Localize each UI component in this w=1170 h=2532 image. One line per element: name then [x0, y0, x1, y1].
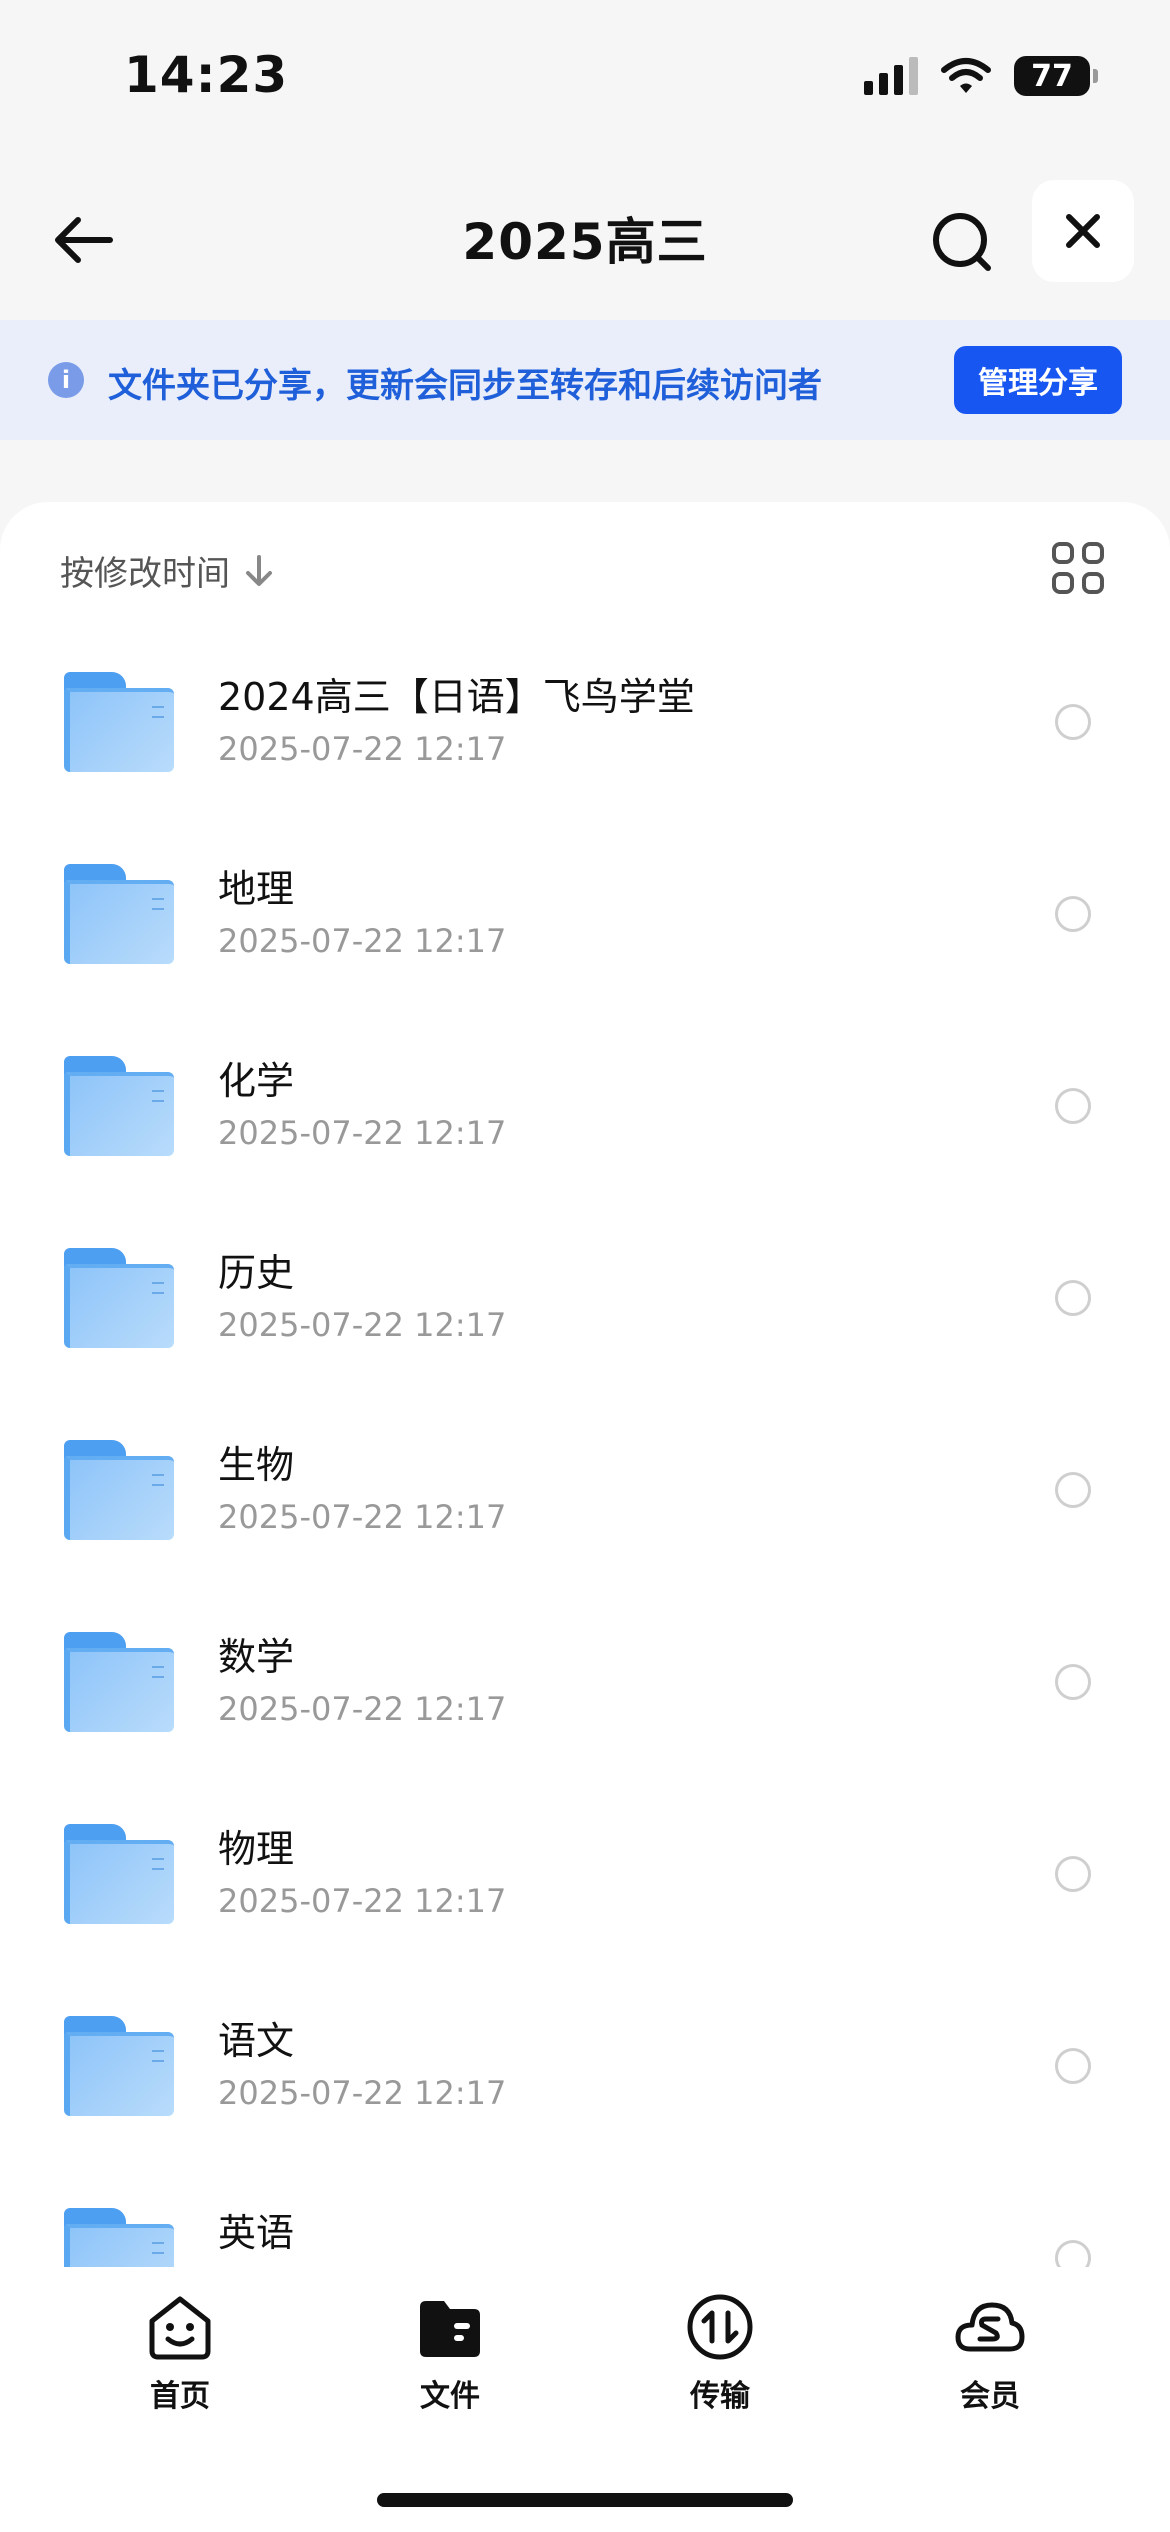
nav-bar: 2025高三	[0, 170, 1170, 310]
bottom-tab-bar: 首页 文件 传输 会员	[0, 2267, 1170, 2532]
list-item[interactable]: 物理 2025-07-22 12:17	[0, 1824, 1170, 2016]
folder-icon	[64, 1248, 174, 1348]
list-item[interactable]: 英语	[0, 2208, 1170, 2267]
file-name: 生物	[218, 1443, 295, 1487]
share-notice-text: 文件夹已分享，更新会同步至转存和后续访问者	[108, 366, 822, 406]
list-item[interactable]: 地理 2025-07-22 12:17	[0, 864, 1170, 1056]
transfer-icon	[687, 2294, 753, 2360]
home-smile-icon	[149, 2296, 211, 2360]
home-indicator	[377, 2493, 793, 2507]
search-button[interactable]	[920, 200, 1004, 284]
list-item[interactable]: 生物 2025-07-22 12:17	[0, 1440, 1170, 1632]
folder-icon	[64, 1056, 174, 1156]
file-date: 2025-07-22 12:17	[218, 922, 507, 960]
folder-icon	[64, 1632, 174, 1732]
arrow-down-icon	[246, 554, 272, 586]
select-checkbox[interactable]	[1055, 1088, 1091, 1124]
tab-label: 文件	[420, 2379, 480, 2414]
folder-icon	[64, 2016, 174, 2116]
folder-icon	[64, 2208, 174, 2267]
manage-share-button[interactable]: 管理分享	[954, 346, 1122, 414]
list-item[interactable]: 语文 2025-07-22 12:17	[0, 2016, 1170, 2208]
info-icon: i	[48, 362, 84, 398]
battery-level: 77	[1031, 58, 1073, 94]
list-item[interactable]: 2024高三【日语】飞鸟学堂 2025-07-22 12:17	[0, 672, 1170, 864]
select-checkbox[interactable]	[1055, 896, 1091, 932]
wifi-icon	[941, 58, 991, 93]
tab-label: 会员	[960, 2379, 1020, 2414]
folder-icon	[420, 2301, 480, 2357]
share-banner: i 文件夹已分享，更新会同步至转存和后续访问者 管理分享	[0, 320, 1170, 440]
tab-label: 传输	[690, 2379, 750, 2414]
vip-cloud-icon	[955, 2302, 1025, 2352]
file-date: 2025-07-22 12:17	[218, 2074, 507, 2112]
file-date: 2025-07-22 12:17	[218, 1882, 507, 1920]
folder-icon	[64, 1440, 174, 1540]
select-checkbox[interactable]	[1055, 704, 1091, 740]
file-date: 2025-07-22 12:17	[218, 730, 507, 768]
battery-icon: 77	[1014, 56, 1098, 96]
file-date: 2025-07-22 12:17	[218, 1114, 507, 1152]
select-checkbox[interactable]	[1055, 1280, 1091, 1316]
sort-selector[interactable]: 按修改时间	[60, 546, 274, 595]
file-name: 地理	[218, 867, 295, 911]
file-date: 2025-07-22 12:17	[218, 1690, 507, 1728]
select-checkbox[interactable]	[1055, 2240, 1091, 2267]
select-checkbox[interactable]	[1055, 2048, 1091, 2084]
folder-icon	[64, 864, 174, 964]
folder-icon	[64, 1824, 174, 1924]
select-checkbox[interactable]	[1055, 1856, 1091, 1892]
file-name: 数学	[218, 1635, 295, 1679]
grid-view-icon[interactable]	[1052, 542, 1104, 594]
list-item[interactable]: 数学 2025-07-22 12:17	[0, 1632, 1170, 1824]
folder-icon	[64, 672, 174, 772]
file-date: 2025-07-22 12:17	[218, 1306, 507, 1344]
status-time: 14:23	[124, 46, 289, 104]
close-button[interactable]	[1032, 180, 1134, 282]
search-icon	[933, 213, 991, 271]
file-name: 历史	[218, 1251, 295, 1295]
file-name: 化学	[218, 1059, 295, 1103]
file-list: 2024高三【日语】飞鸟学堂 2025-07-22 12:17 地理 2025-…	[0, 672, 1170, 2267]
cellular-signal-icon	[864, 57, 918, 95]
file-name: 2024高三【日语】飞鸟学堂	[218, 675, 695, 719]
close-icon	[1066, 214, 1100, 248]
file-date: 2025-07-22 12:17	[218, 1498, 507, 1536]
sort-label: 按修改时间	[60, 554, 230, 594]
tab-vip[interactable]: 会员	[900, 2291, 1080, 2421]
select-checkbox[interactable]	[1055, 1472, 1091, 1508]
tab-home[interactable]: 首页	[90, 2291, 270, 2421]
select-checkbox[interactable]	[1055, 1664, 1091, 1700]
file-name: 语文	[218, 2019, 295, 2063]
status-icons: 77	[864, 56, 1098, 96]
list-item[interactable]: 化学 2025-07-22 12:17	[0, 1056, 1170, 1248]
status-bar: 14:23 77	[0, 0, 1170, 150]
tab-transfer[interactable]: 传输	[630, 2291, 810, 2421]
list-item[interactable]: 历史 2025-07-22 12:17	[0, 1248, 1170, 1440]
file-list-panel: 按修改时间 2024高三【日语】飞鸟学堂 2025-07-22 12:17 地理…	[0, 502, 1170, 2267]
file-name: 物理	[218, 1827, 295, 1871]
tab-label: 首页	[150, 2379, 210, 2414]
tab-files[interactable]: 文件	[360, 2291, 540, 2421]
file-name: 英语	[218, 2211, 295, 2255]
